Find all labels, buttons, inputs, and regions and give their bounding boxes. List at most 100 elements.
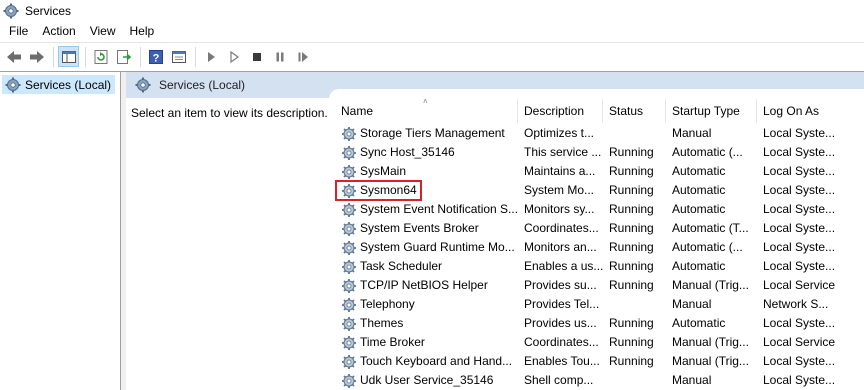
- service-name: System Event Notification S...: [360, 202, 517, 216]
- service-name: Sync Host_35146: [360, 145, 455, 159]
- show-hide-console-tree-button[interactable]: [58, 46, 79, 67]
- menu-bar: File Action View Help: [0, 21, 864, 41]
- service-gear-icon: [342, 145, 356, 160]
- services-gear-icon: [5, 77, 21, 92]
- menu-view[interactable]: View: [83, 21, 123, 41]
- table-row[interactable]: TCP/IP NetBIOS Helper Provides su... Runni…: [329, 276, 864, 295]
- table-row[interactable]: Task Scheduler Enables a us... Running Auto…: [329, 257, 864, 276]
- service-name-cell: Storage Tiers Management: [341, 124, 517, 143]
- stop-service-button[interactable]: [246, 46, 267, 67]
- highlight-box: [335, 180, 422, 201]
- table-row[interactable]: Storage Tiers Management Optimizes t... Ma…: [329, 124, 864, 143]
- service-startup-type: Automatic (...: [672, 240, 743, 254]
- services-list: ˄ Name Description Status Startup Type L…: [329, 89, 864, 390]
- service-startup-type: Automatic: [672, 202, 726, 216]
- table-row[interactable]: Touch Keyboard and Hand... Enables Tou...…: [329, 352, 864, 371]
- service-status: Running: [609, 164, 654, 178]
- service-name-cell: Time Broker: [341, 333, 517, 352]
- table-row[interactable]: Telephony Provides Tel... Manual Network S.…: [329, 295, 864, 314]
- service-description: Enables Tou...: [524, 354, 600, 368]
- service-startup-type: Manual (Trig...: [672, 278, 749, 292]
- service-description: System Mo...: [524, 183, 595, 197]
- service-gear-icon: [342, 221, 356, 236]
- service-status: Running: [609, 240, 654, 254]
- column-header-name[interactable]: Name: [341, 99, 517, 123]
- service-name-cell: Task Scheduler: [341, 257, 517, 276]
- service-description: Provides us...: [524, 316, 597, 330]
- service-description: Provides su...: [524, 278, 597, 292]
- table-row[interactable]: System Events Broker Coordinates... Runnin…: [329, 219, 864, 238]
- pause-service-button[interactable]: [269, 46, 290, 67]
- service-log-on-as: Network S...: [763, 297, 829, 311]
- service-gear-icon: [342, 259, 356, 274]
- back-button[interactable]: [3, 46, 24, 67]
- table-row[interactable]: Time Broker Coordinates... Running Manual (…: [329, 333, 864, 352]
- service-name: System Guard Runtime Mo...: [360, 240, 515, 254]
- service-status: Running: [609, 354, 654, 368]
- start-service-icon: [207, 51, 215, 62]
- table-row[interactable]: Themes Provides us... Running Automatic Loca…: [329, 314, 864, 333]
- start-service-button[interactable]: [200, 46, 221, 67]
- service-log-on-as: Local Syste...: [763, 316, 836, 330]
- stop-service-icon: [252, 52, 261, 61]
- service-name: System Events Broker: [360, 221, 479, 235]
- menu-help[interactable]: Help: [123, 21, 162, 41]
- help-button[interactable]: ?: [145, 46, 166, 67]
- service-name: Udk User Service_35146: [360, 373, 494, 387]
- table-row[interactable]: System Event Notification S... Monitors s…: [329, 200, 864, 219]
- service-status: Running: [609, 278, 654, 292]
- service-description: Monitors sy...: [524, 202, 595, 216]
- table-row[interactable]: Sysmon64 System Mo... Running Automatic Loca…: [329, 180, 864, 201]
- table-row[interactable]: Sync Host_35146 This service ... Running Au…: [329, 143, 864, 162]
- service-status: [609, 124, 667, 143]
- service-status: Running: [609, 335, 654, 349]
- forward-button[interactable]: [26, 46, 47, 67]
- column-header-description[interactable]: Description: [524, 99, 604, 123]
- export-list-button[interactable]: [113, 46, 134, 67]
- restart-service-button[interactable]: [292, 46, 313, 67]
- refresh-button[interactable]: [90, 46, 111, 67]
- properties-button[interactable]: [168, 46, 189, 67]
- service-name: SysMain: [360, 164, 407, 178]
- column-separator[interactable]: [665, 99, 666, 123]
- table-row[interactable]: System Guard Runtime Mo... Monitors an...…: [329, 238, 864, 257]
- svg-text:?: ?: [152, 52, 159, 64]
- back-arrow-icon: [6, 50, 21, 63]
- services-pane: Services (Local) Select an item to view …: [126, 72, 864, 390]
- service-status: Running: [609, 145, 654, 159]
- start-service-alt-button[interactable]: [223, 46, 244, 67]
- service-log-on-as: Local Syste...: [763, 259, 836, 273]
- service-startup-type: Automatic: [672, 183, 726, 197]
- column-header-log-on-as[interactable]: Log On As: [763, 99, 864, 123]
- column-separator[interactable]: [517, 99, 518, 123]
- service-startup-type: Automatic: [672, 259, 726, 273]
- service-name-cell: Udk User Service_35146: [341, 371, 517, 390]
- column-separator[interactable]: [602, 99, 603, 123]
- menu-file[interactable]: File: [2, 21, 35, 41]
- service-description: Provides Tel...: [524, 297, 600, 311]
- table-row[interactable]: Udk User Service_35146 Shell comp... Manua…: [329, 371, 864, 390]
- column-separator[interactable]: [756, 99, 757, 123]
- table-row[interactable]: SysMain Maintains a... Running Automatic Loc…: [329, 162, 864, 181]
- services-gear-icon: [3, 3, 19, 18]
- service-description: Enables a us...: [524, 259, 604, 273]
- toolbar: ?: [0, 42, 864, 70]
- service-log-on-as: Local Syste...: [763, 221, 836, 235]
- export-list-icon: [116, 49, 131, 64]
- service-name: Telephony: [360, 297, 415, 311]
- service-name: Themes: [360, 316, 404, 330]
- restart-service-icon: [298, 51, 308, 62]
- service-log-on-as: Local Service: [763, 335, 836, 349]
- service-status: [609, 371, 667, 390]
- service-log-on-as: Local Syste...: [763, 126, 836, 140]
- service-gear-icon: [342, 316, 356, 331]
- service-status: [609, 295, 667, 314]
- toolbar-separator: [85, 46, 86, 67]
- column-header-startup-type[interactable]: Startup Type: [672, 99, 758, 123]
- menu-action[interactable]: Action: [35, 21, 82, 41]
- service-gear-icon: [342, 240, 356, 255]
- tree-item-services-local[interactable]: Services (Local): [2, 75, 116, 94]
- column-header-status[interactable]: Status: [609, 99, 667, 123]
- service-gear-icon: [342, 278, 356, 293]
- service-log-on-as: Local Syste...: [763, 240, 836, 254]
